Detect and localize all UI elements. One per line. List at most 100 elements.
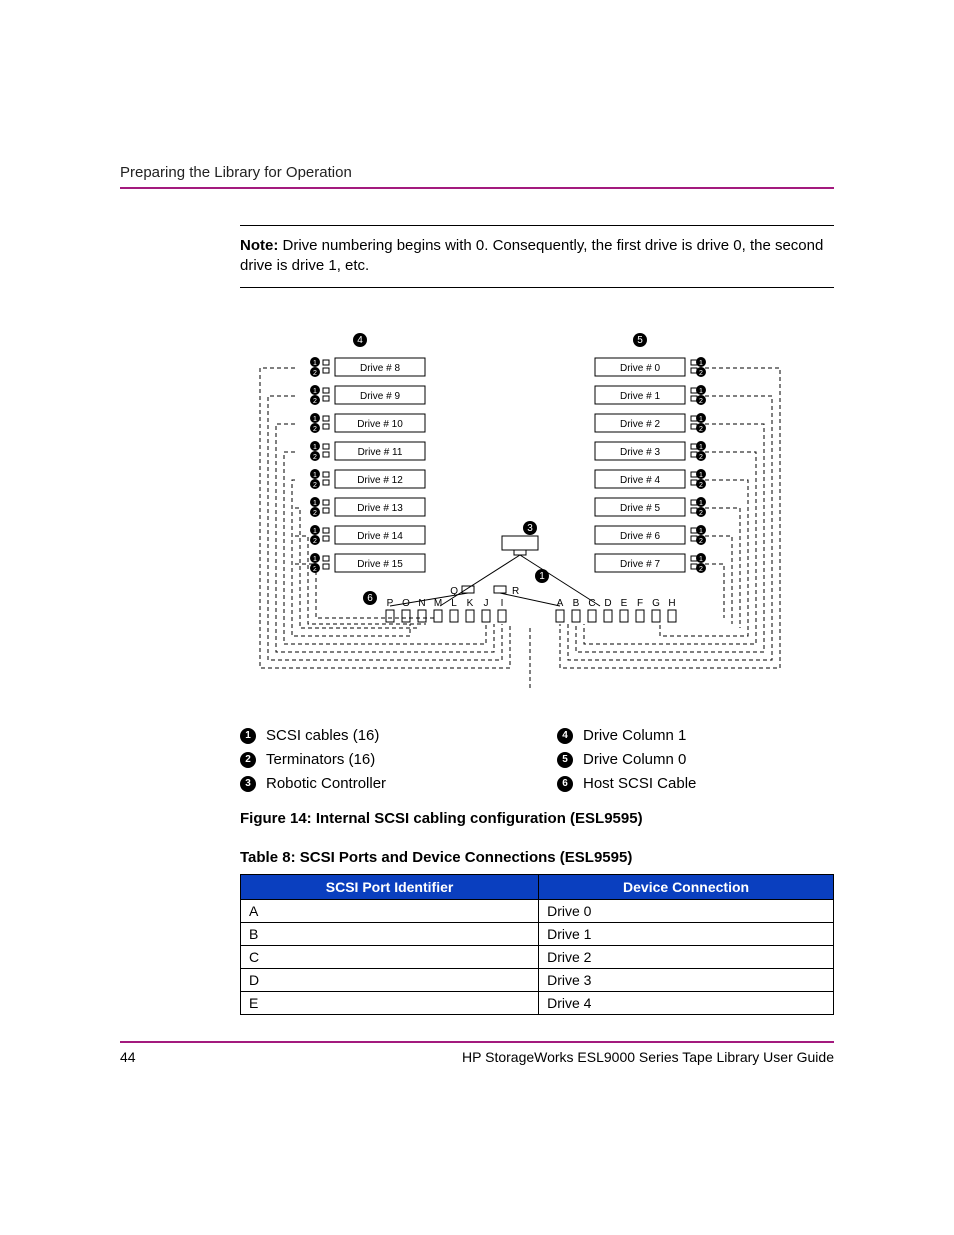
svg-text:A: A <box>557 598 564 609</box>
svg-text:1: 1 <box>699 360 703 367</box>
svg-text:2: 2 <box>313 510 317 517</box>
legend-badge: 6 <box>557 776 573 792</box>
svg-text:1: 1 <box>313 388 317 395</box>
svg-text:I: I <box>501 598 504 609</box>
svg-text:Drive # 2: Drive # 2 <box>620 419 660 430</box>
svg-text:2: 2 <box>313 398 317 405</box>
table-header: SCSI Port Identifier <box>241 874 539 899</box>
svg-text:1: 1 <box>699 416 703 423</box>
table-row: EDrive 4 <box>241 991 834 1014</box>
svg-text:2: 2 <box>699 566 703 573</box>
scsi-ports-table: SCSI Port Identifier Device Connection A… <box>240 874 834 1015</box>
cabling-diagram: 4 5 Drive # 8 1 2 Drive # 9 1 2 Drive # 10 1 2 Dr… <box>240 328 834 708</box>
svg-text:H: H <box>668 598 675 609</box>
svg-text:N: N <box>418 598 425 609</box>
svg-text:Drive # 13: Drive # 13 <box>357 503 403 514</box>
svg-text:1: 1 <box>699 444 703 451</box>
table-row: DDrive 3 <box>241 968 834 991</box>
table-row: ADrive 0 <box>241 899 834 922</box>
legend-badge: 5 <box>557 752 573 768</box>
svg-text:L: L <box>451 598 457 609</box>
table-row: CDrive 2 <box>241 945 834 968</box>
legend-text: Host SCSI Cable <box>583 772 696 796</box>
svg-text:Drive # 15: Drive # 15 <box>357 559 403 570</box>
svg-text:3: 3 <box>527 523 533 534</box>
svg-text:Drive # 4: Drive # 4 <box>620 475 660 486</box>
legend-text: Drive Column 1 <box>583 724 686 748</box>
svg-text:2: 2 <box>313 370 317 377</box>
svg-text:D: D <box>604 598 611 609</box>
page-footer: 44 HP StorageWorks ESL9000 Series Tape L… <box>120 1041 834 1065</box>
svg-text:B: B <box>573 598 580 609</box>
table-cell: C <box>241 945 539 968</box>
table-cell: Drive 4 <box>539 991 834 1014</box>
svg-text:1: 1 <box>313 360 317 367</box>
legend-text: Drive Column 0 <box>583 748 686 772</box>
legend: 1 SCSI cables (16) 2 Terminators (16) 3 Rob… <box>240 724 834 796</box>
table-cell: D <box>241 968 539 991</box>
svg-text:2: 2 <box>699 454 703 461</box>
legend-text: Robotic Controller <box>266 772 386 796</box>
svg-text:Drive # 0: Drive # 0 <box>620 363 660 374</box>
table-cell: Drive 1 <box>539 922 834 945</box>
svg-text:2: 2 <box>699 510 703 517</box>
svg-text:Drive # 9: Drive # 9 <box>360 391 400 402</box>
table-cell: B <box>241 922 539 945</box>
table-cell: A <box>241 899 539 922</box>
svg-text:2: 2 <box>313 538 317 545</box>
legend-text: SCSI cables (16) <box>266 724 379 748</box>
svg-text:P: P <box>387 598 394 609</box>
svg-text:1: 1 <box>699 528 703 535</box>
svg-text:1: 1 <box>313 556 317 563</box>
table-row: BDrive 1 <box>241 922 834 945</box>
legend-badge: 3 <box>240 776 256 792</box>
svg-text:G: G <box>652 598 660 609</box>
svg-text:2: 2 <box>313 482 317 489</box>
svg-text:5: 5 <box>637 335 643 346</box>
svg-text:2: 2 <box>699 426 703 433</box>
note-text: Drive numbering begins with 0. Consequen… <box>240 237 823 274</box>
note-block: Note: Drive numbering begins with 0. Con… <box>240 225 834 288</box>
svg-text:M: M <box>434 598 442 609</box>
svg-text:1: 1 <box>699 388 703 395</box>
svg-text:Drive # 5: Drive # 5 <box>620 503 660 514</box>
table-header: Device Connection <box>539 874 834 899</box>
svg-text:F: F <box>637 598 643 609</box>
svg-text:1: 1 <box>313 444 317 451</box>
svg-text:2: 2 <box>699 398 703 405</box>
table-cell: E <box>241 991 539 1014</box>
table-caption: Table 8: SCSI Ports and Device Connectio… <box>240 849 834 866</box>
svg-text:2: 2 <box>699 370 703 377</box>
svg-text:K: K <box>467 598 474 609</box>
table-cell: Drive 2 <box>539 945 834 968</box>
svg-text:1: 1 <box>539 571 545 582</box>
svg-text:2: 2 <box>699 538 703 545</box>
svg-text:J: J <box>484 598 489 609</box>
svg-text:1: 1 <box>313 416 317 423</box>
svg-text:Drive # 1: Drive # 1 <box>620 391 660 402</box>
svg-text:Drive # 14: Drive # 14 <box>357 531 403 542</box>
svg-text:1: 1 <box>313 528 317 535</box>
doc-title: HP StorageWorks ESL9000 Series Tape Libr… <box>462 1049 834 1065</box>
svg-text:Drive # 10: Drive # 10 <box>357 419 403 430</box>
legend-badge: 1 <box>240 728 256 744</box>
svg-text:4: 4 <box>357 335 363 346</box>
page-number: 44 <box>120 1049 136 1065</box>
svg-text:1: 1 <box>699 556 703 563</box>
svg-text:1: 1 <box>699 500 703 507</box>
svg-text:Drive # 8: Drive # 8 <box>360 363 400 374</box>
running-head: Preparing the Library for Operation <box>120 164 834 189</box>
table-cell: Drive 0 <box>539 899 834 922</box>
svg-text:Drive # 7: Drive # 7 <box>620 559 660 570</box>
svg-text:2: 2 <box>699 482 703 489</box>
note-label: Note: <box>240 237 278 254</box>
svg-text:Drive # 3: Drive # 3 <box>620 447 660 458</box>
svg-text:2: 2 <box>313 426 317 433</box>
legend-text: Terminators (16) <box>266 748 375 772</box>
legend-badge: 2 <box>240 752 256 768</box>
svg-text:Drive # 12: Drive # 12 <box>357 475 403 486</box>
svg-text:6: 6 <box>367 593 373 604</box>
legend-badge: 4 <box>557 728 573 744</box>
table-cell: Drive 3 <box>539 968 834 991</box>
figure-caption: Figure 14: Internal SCSI cabling configu… <box>240 810 834 827</box>
